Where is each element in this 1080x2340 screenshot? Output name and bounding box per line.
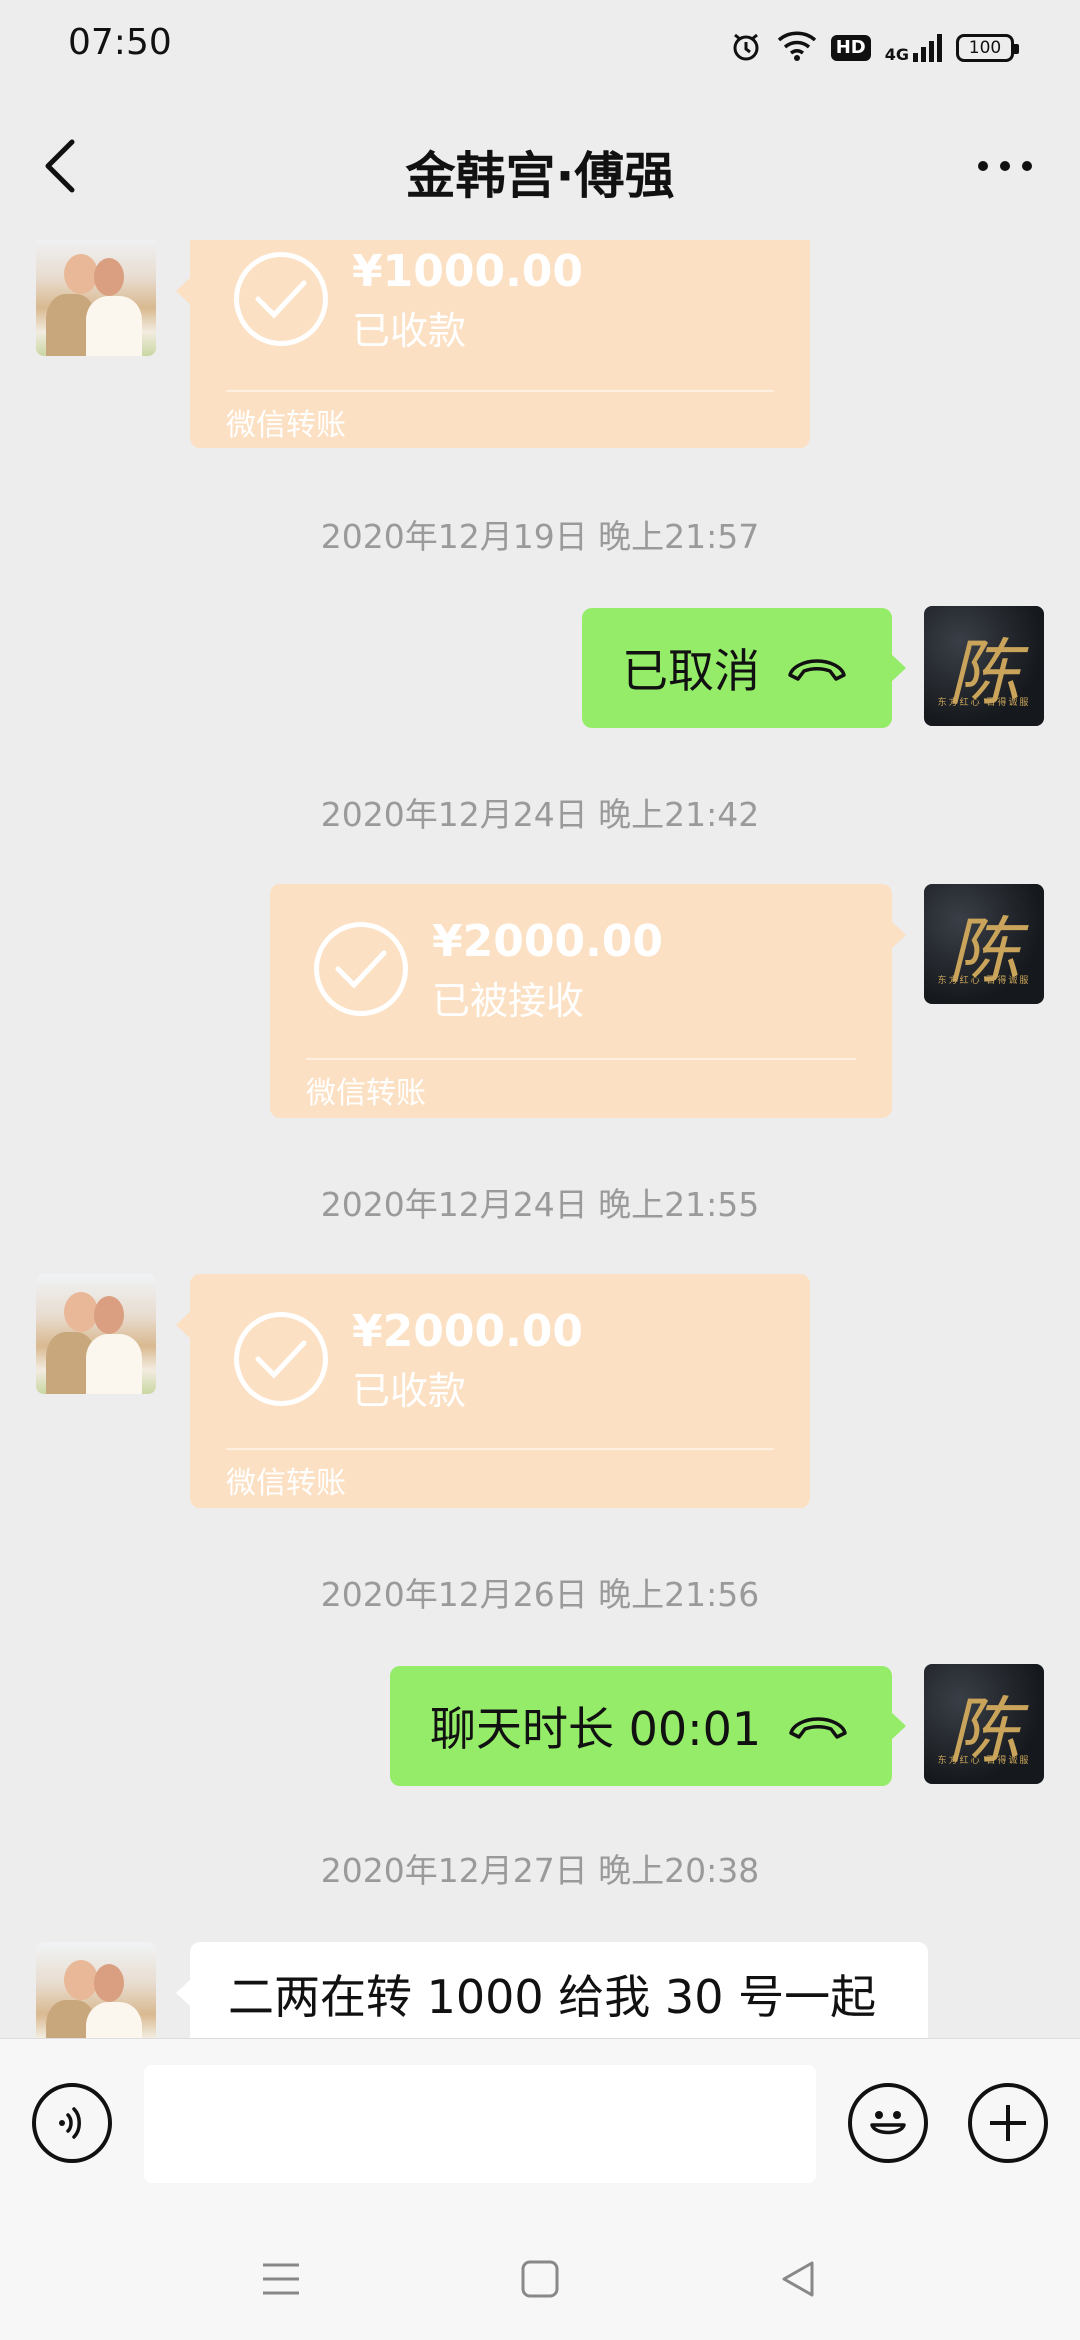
transfer-amount: ¥2000.00 — [432, 916, 664, 967]
transfer-card[interactable]: ¥1000.00 已收款 微信转账 — [176, 240, 810, 448]
timestamp: 2020年12月24日 晚上21:55 — [320, 1185, 760, 1224]
wifi-icon — [777, 30, 817, 66]
transfer-status: 已被接收 — [432, 979, 585, 1023]
contact-avatar[interactable] — [36, 1942, 156, 2038]
message-text: 二两在转 1000 给我 30 号一起 — [228, 1970, 877, 2024]
status-icons: HD 4G 100 — [729, 26, 1019, 70]
battery-icon: 100 — [956, 34, 1019, 62]
contact-avatar[interactable] — [36, 240, 156, 356]
avatar-photo — [36, 1274, 156, 1394]
menu-nav-button[interactable] — [246, 2244, 316, 2314]
check-icon — [234, 1312, 328, 1406]
divider — [306, 1058, 856, 1060]
logo-avatar: 陈东方红心 百得诚服 — [924, 1664, 1044, 1784]
voice-button[interactable] — [32, 2083, 112, 2163]
emoji-button[interactable] — [848, 2083, 928, 2163]
status-time: 07:50 — [68, 22, 172, 63]
phone-hangup-icon — [788, 659, 846, 681]
timestamp: 2020年12月19日 晚上21:57 — [320, 517, 760, 556]
avatar-photo — [36, 240, 156, 356]
more-button[interactable] — [970, 130, 1040, 202]
alarm-icon — [729, 29, 763, 67]
text-bubble[interactable]: 二两在转 1000 给我 30 号一起 — [176, 1942, 928, 2038]
back-nav-button[interactable] — [763, 2244, 833, 2314]
network-type: 4G — [884, 45, 909, 64]
check-icon — [314, 922, 408, 1016]
input-bar — [0, 2038, 1080, 2215]
chat-area[interactable]: ¥1000.00 已收款 微信转账 2020年12月19日 晚上21:57 已取… — [0, 240, 1080, 2038]
contact-avatar[interactable] — [36, 1274, 156, 1394]
add-button[interactable] — [968, 2083, 1048, 2163]
check-icon — [234, 252, 328, 346]
back-triangle-icon — [782, 2261, 814, 2297]
my-avatar[interactable]: 陈东方红心 百得诚服 — [924, 606, 1044, 726]
timestamp: 2020年12月27日 晚上20:38 — [320, 1851, 760, 1890]
status-bar: 07:50 HD 4G 100 — [0, 0, 1080, 96]
my-avatar[interactable]: 陈东方红心 百得诚服 — [924, 884, 1044, 1004]
call-bubble[interactable]: 聊天时长 00:01 — [390, 1666, 906, 1786]
timestamp: 2020年12月26日 晚上21:56 — [320, 1575, 760, 1614]
call-text: 已取消 — [622, 644, 760, 698]
message-input[interactable] — [144, 2065, 816, 2183]
transfer-brand: 微信转账 — [306, 1076, 426, 1111]
voice-icon — [59, 2107, 81, 2139]
home-nav-button[interactable] — [505, 2244, 575, 2314]
phone-hangup-icon — [789, 1717, 847, 1739]
logo-avatar: 陈东方红心 百得诚服 — [924, 606, 1044, 726]
transfer-brand: 微信转账 — [226, 408, 346, 443]
logo-avatar: 陈东方红心 百得诚服 — [924, 884, 1044, 1004]
call-text: 聊天时长 00:01 — [430, 1702, 762, 1756]
avatar-photo — [36, 1942, 156, 2038]
timestamp: 2020年12月24日 晚上21:42 — [320, 795, 760, 834]
more-dots-icon — [978, 161, 1032, 171]
plus-icon — [990, 2105, 1026, 2141]
transfer-card[interactable]: ¥2000.00 已收款 微信转账 — [176, 1274, 810, 1508]
menu-icon — [263, 2263, 299, 2295]
transfer-amount: ¥2000.00 — [352, 1306, 584, 1357]
chat-title: 金韩宫·傅强 — [405, 147, 675, 205]
divider — [226, 390, 774, 392]
smiley-icon — [870, 2111, 906, 2135]
call-bubble[interactable]: 已取消 — [582, 608, 906, 728]
transfer-brand: 微信转账 — [226, 1466, 346, 1501]
transfer-status: 已收款 — [352, 309, 467, 353]
system-nav-bar — [0, 2214, 1080, 2340]
transfer-amount: ¥1000.00 — [352, 246, 584, 297]
battery-level: 100 — [968, 38, 1002, 58]
transfer-status: 已收款 — [352, 1369, 467, 1413]
my-avatar[interactable]: 陈东方红心 百得诚服 — [924, 1664, 1044, 1784]
title-bar: 金韩宫·傅强 — [0, 96, 1080, 240]
home-square-icon — [521, 2260, 559, 2298]
hd-badge: HD — [830, 35, 871, 61]
divider — [226, 1448, 774, 1450]
signal-icon: 4G — [885, 33, 942, 63]
transfer-card[interactable]: ¥2000.00 已被接收 微信转账 — [270, 884, 906, 1118]
